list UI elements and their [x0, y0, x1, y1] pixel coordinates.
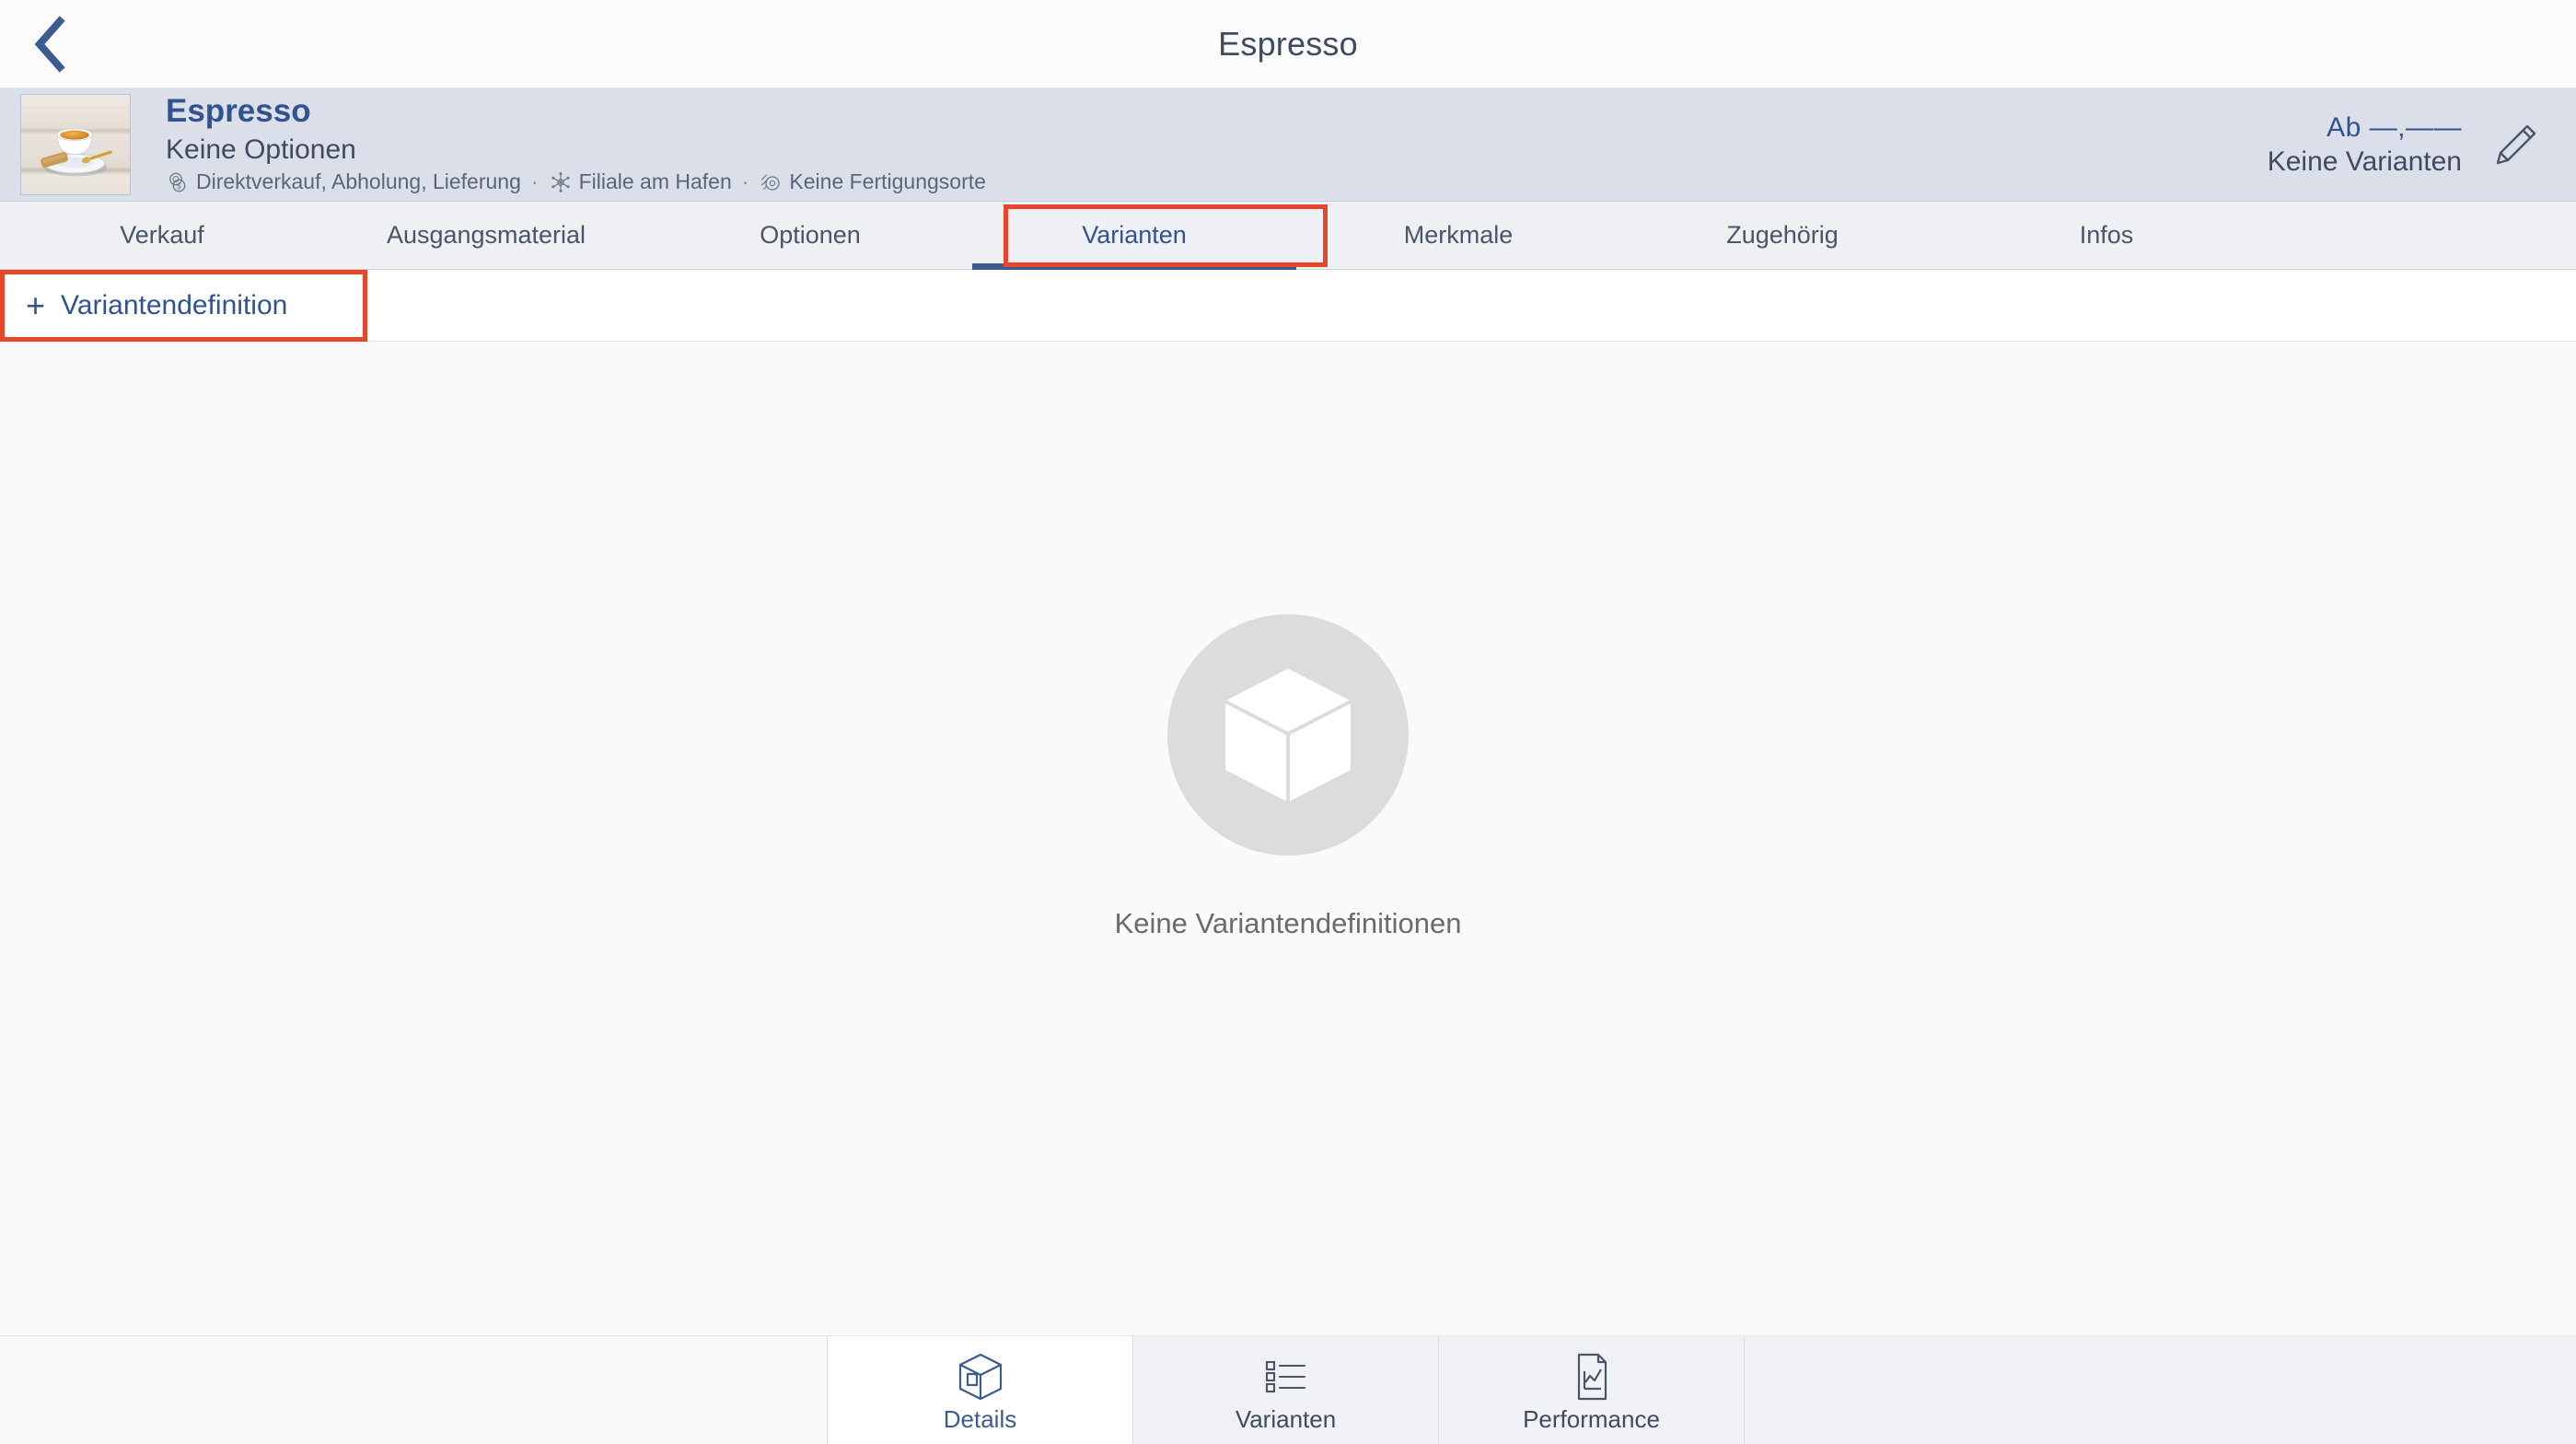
- back-button[interactable]: [0, 0, 101, 88]
- edit-button[interactable]: [2480, 110, 2550, 180]
- tab-label: Ausgangsmaterial: [386, 221, 586, 249]
- object-header-main: Espresso Keine Optionen $ Direktverkauf,…: [131, 93, 2268, 195]
- bottom-nav-right-spacer: [1744, 1336, 2576, 1444]
- object-subtitle: Keine Optionen: [166, 134, 356, 165]
- snowflake-site-icon: [549, 170, 573, 194]
- tab-ausgangsmaterial[interactable]: Ausgangsmaterial: [324, 202, 648, 269]
- tab-merkmale[interactable]: Merkmale: [1296, 202, 1620, 269]
- bulleted-list-icon: [1262, 1352, 1310, 1402]
- empty-state-message: Keine Variantendefinitionen: [1114, 907, 1462, 939]
- tab-label: Merkmale: [1403, 221, 1514, 249]
- tab-label: Verkauf: [120, 221, 204, 249]
- empty-state-illustration: [1167, 614, 1409, 856]
- box-3d-icon: [957, 1352, 1004, 1402]
- tab-label: Optionen: [760, 221, 861, 249]
- app-root: Espresso Espresso Keine Optionen $ Direk…: [0, 0, 2576, 1444]
- bottom-nav-left-spacer: [0, 1336, 827, 1444]
- chevron-left-icon: [34, 15, 65, 73]
- object-header: Espresso Keine Optionen $ Direktverkauf,…: [0, 88, 2576, 202]
- product-thumbnail[interactable]: [20, 94, 131, 195]
- tab-label: Varianten: [1082, 221, 1187, 249]
- tab-optionen[interactable]: Optionen: [648, 202, 972, 269]
- bottom-nav-item-details[interactable]: Details: [827, 1336, 1132, 1444]
- object-title: Espresso: [166, 93, 311, 130]
- meta-sales-text: Direktverkauf, Abholung, Lieferung: [196, 169, 521, 193]
- svg-text:$: $: [177, 182, 181, 191]
- tab-label: Infos: [2079, 221, 2134, 249]
- bottom-navigation: Details Varianten Performance: [0, 1335, 2576, 1444]
- meta-separator-2: ·: [741, 169, 749, 193]
- variants-status: Keine Varianten: [2267, 146, 2462, 177]
- bottom-nav-label: Details: [943, 1405, 1017, 1433]
- add-variantendefinition-button[interactable]: + Variantendefinition: [0, 270, 311, 341]
- bottom-nav-item-performance[interactable]: Performance: [1438, 1336, 1744, 1444]
- meta-separator-1: ·: [530, 169, 539, 193]
- object-header-right: Ab —,—— Keine Varianten: [2268, 111, 2480, 180]
- tab-label: Zugehörig: [1726, 221, 1839, 249]
- tab-varianten[interactable]: Varianten: [972, 202, 1296, 270]
- pencil-edit-icon: [2496, 124, 2536, 165]
- plus-icon: +: [26, 285, 46, 324]
- tab-zugehoerig[interactable]: Zugehörig: [1620, 202, 1944, 269]
- coins-sales-icon: $: [166, 170, 190, 194]
- bottom-nav-label: Performance: [1523, 1405, 1660, 1433]
- espresso-cup-image: [21, 95, 130, 194]
- tab-infos[interactable]: Infos: [1944, 202, 2269, 269]
- variants-toolbar: + Variantendefinition: [0, 270, 2576, 342]
- variants-content-area: Keine Variantendefinitionen: [0, 342, 2576, 1335]
- cube-box-icon: [1224, 669, 1352, 801]
- document-chart-icon: [1570, 1352, 1614, 1402]
- production-location-icon: [759, 170, 783, 194]
- title-bar: Espresso: [0, 0, 2576, 88]
- object-meta-line: $ Direktverkauf, Abholung, Lieferung · F…: [166, 169, 2268, 196]
- tab-strip: Verkauf Ausgangsmaterial Optionen Varian…: [0, 202, 2576, 270]
- page-title: Espresso: [1218, 24, 1358, 63]
- meta-site-text: Filiale am Hafen: [578, 169, 732, 193]
- tab-verkauf[interactable]: Verkauf: [0, 202, 324, 269]
- add-button-label: Variantendefinition: [61, 289, 288, 320]
- meta-production-text: Keine Fertigungsorte: [789, 169, 986, 193]
- bottom-nav-label: Varianten: [1235, 1405, 1337, 1433]
- price-value: Ab —,——: [2327, 111, 2462, 143]
- bottom-nav-item-varianten[interactable]: Varianten: [1132, 1336, 1438, 1444]
